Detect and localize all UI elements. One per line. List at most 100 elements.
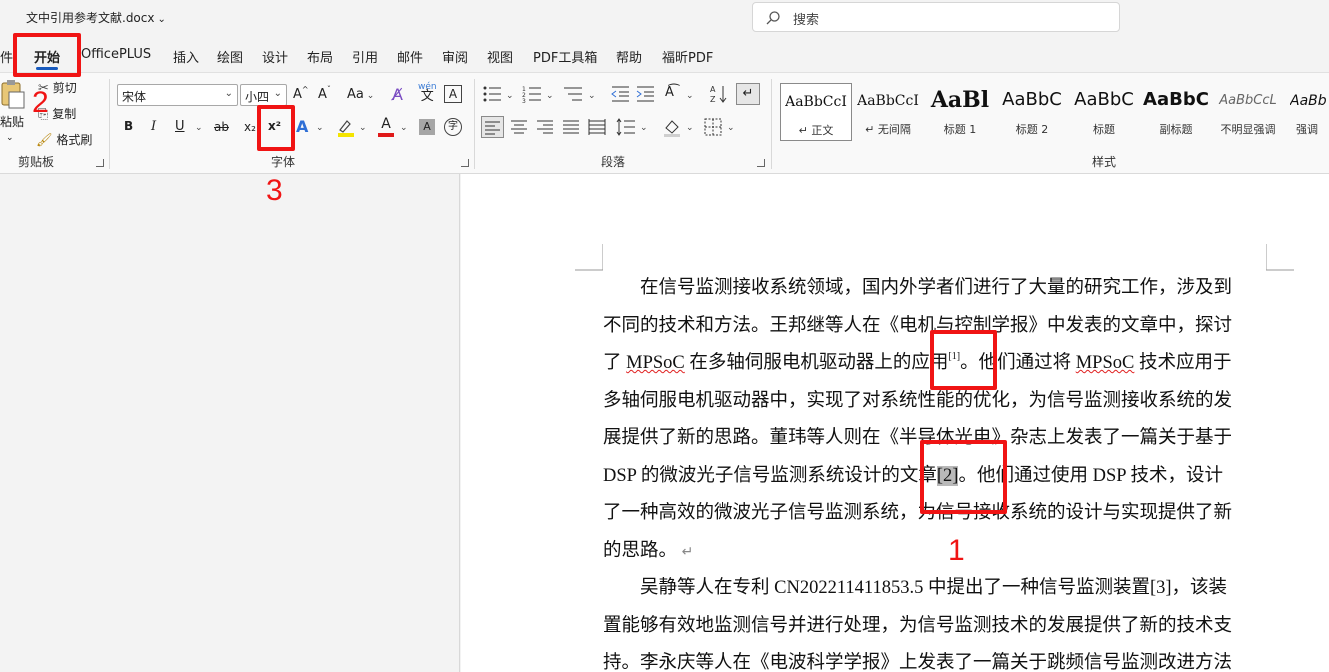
style-subtle-emphasis[interactable]: AaBbCcL 不明显强调 <box>1212 83 1284 141</box>
chevron-down-icon[interactable]: ⌄ <box>686 91 694 101</box>
grow-font-button[interactable]: A^ <box>293 86 309 103</box>
align-center-icon[interactable] <box>510 118 528 136</box>
borders-icon[interactable] <box>704 118 722 136</box>
style-heading-2[interactable]: AaBbC 标题 2 <box>996 83 1068 141</box>
tab-review[interactable]: 审阅 <box>442 47 468 66</box>
chevron-down-icon[interactable]: ⌄ <box>588 91 596 101</box>
tab-pdf-toolbox[interactable]: PDF工具箱 <box>533 47 597 66</box>
font-size-combo[interactable]: 小四 ⌄ <box>240 84 287 106</box>
document-page[interactable]: 在信号监测接收系统领域，国内外学者们进行了大量的研究工作，涉及到 不同的技术和方… <box>461 174 1329 672</box>
font-name-value: 宋体 <box>122 90 147 104</box>
superscript-button[interactable]: x² <box>268 119 281 133</box>
shrink-font-button[interactable]: Aˇ <box>318 86 331 103</box>
spellcheck-word[interactable]: MPSoC <box>626 353 685 373</box>
font-color-button[interactable]: A <box>377 116 395 138</box>
chevron-down-icon[interactable]: ⌄ <box>316 123 324 133</box>
style-name: 副标题 <box>1159 123 1193 136</box>
style-title[interactable]: AaBbC 标题 <box>1068 83 1140 141</box>
paste-button[interactable]: 粘贴 <box>0 79 26 129</box>
tab-foxit-pdf[interactable]: 福昕PDF <box>662 47 713 66</box>
strikethrough-button[interactable]: ab <box>214 120 229 134</box>
italic-button[interactable]: I <box>151 119 156 134</box>
title-bar: 文中引用参考文献.docx ⌄ 搜索 <box>0 0 1329 38</box>
text-run: 。他们通过将 <box>960 353 1076 373</box>
tab-mailings[interactable]: 邮件 <box>397 47 423 66</box>
style-subtitle[interactable]: AaBbC 副标题 <box>1140 83 1212 141</box>
tab-design[interactable]: 设计 <box>262 47 288 66</box>
citation-superscript[interactable]: [1] <box>948 351 960 362</box>
style-name: 标题 <box>1093 123 1115 136</box>
font-name-combo[interactable]: 宋体 ⌄ <box>117 84 238 106</box>
margin-corner-mark <box>1266 244 1294 271</box>
character-shading-icon[interactable]: A <box>419 119 435 135</box>
shrink-font-icon: A <box>318 87 327 102</box>
font-launcher-icon[interactable] <box>461 159 469 167</box>
style-normal[interactable]: AaBbCcI ↵ 正文 <box>780 83 852 141</box>
clear-formatting-icon[interactable]: A̸ <box>392 85 403 104</box>
shading-icon[interactable] <box>662 117 682 137</box>
spellcheck-word[interactable]: MPSoC <box>1076 353 1135 373</box>
chevron-down-icon[interactable]: ⌄ <box>640 123 648 133</box>
enclose-characters-icon[interactable]: 字 <box>444 118 462 136</box>
line-spacing-icon[interactable] <box>616 118 636 136</box>
document-body[interactable]: 在信号监测接收系统领域，国内外学者们进行了大量的研究工作，涉及到 不同的技术和方… <box>603 270 1255 672</box>
annotation-number-3: 3 <box>266 174 283 207</box>
style-heading-1[interactable]: AaBl 标题 1 <box>924 83 996 141</box>
style-no-spacing[interactable]: AaBbCcI ↵ 无间隔 <box>852 83 924 141</box>
decrease-indent-icon[interactable] <box>610 85 630 103</box>
tab-help[interactable]: 帮助 <box>616 47 642 66</box>
distributed-icon[interactable] <box>588 118 606 136</box>
paragraph-launcher-icon[interactable] <box>757 159 765 167</box>
text-effects-icon[interactable]: A <box>296 117 308 136</box>
align-right-icon[interactable] <box>536 118 554 136</box>
paste-icon <box>1 80 25 109</box>
style-sample: AaBbCcI <box>785 94 847 110</box>
show-formatting-marks-icon[interactable]: ↵ <box>736 83 760 105</box>
style-sample: AaBbCcL <box>1219 93 1277 108</box>
change-case-button[interactable]: Aa ⌄ <box>347 87 374 102</box>
format-painter-button[interactable]: 🖌 格式刷 <box>36 131 92 148</box>
asian-layout-icon[interactable]: A͡ <box>665 85 674 100</box>
tab-layout[interactable]: 布局 <box>307 47 333 66</box>
bullets-icon[interactable] <box>482 85 502 103</box>
chevron-down-icon[interactable]: ⌄ <box>400 123 408 133</box>
chevron-down-icon[interactable]: ⌄ <box>195 123 203 133</box>
chevron-down-icon[interactable]: ⌄ <box>727 123 735 133</box>
tab-file[interactable]: 件 <box>0 47 13 66</box>
phonetic-guide-button[interactable]: wén 文 <box>418 83 437 104</box>
tab-insert[interactable]: 插入 <box>173 47 199 66</box>
citation-selected[interactable]: [2] <box>936 465 959 486</box>
margin-corner-mark <box>575 244 603 271</box>
justify-icon[interactable] <box>562 118 580 136</box>
subscript-button[interactable]: x₂ <box>244 120 256 134</box>
group-divider <box>771 79 772 169</box>
text-line: DSP 的微波光子信号监测系统设计的文章[2]。他们通过使用 DSP 技术，设计 <box>603 458 1255 496</box>
tab-home[interactable]: 开始 <box>34 47 60 70</box>
tab-view[interactable]: 视图 <box>487 47 513 66</box>
chevron-down-icon: ⌄ <box>157 14 166 25</box>
bold-button[interactable]: B <box>124 119 133 133</box>
multilevel-list-icon[interactable] <box>562 85 584 103</box>
highlight-color-button[interactable] <box>336 117 356 137</box>
sort-icon[interactable]: AZ <box>709 84 729 104</box>
search-icon <box>766 11 780 25</box>
style-emphasis[interactable]: AaBb 强调 <box>1284 83 1329 141</box>
style-sample: AaBl <box>930 87 990 113</box>
svg-text:Z: Z <box>710 95 716 104</box>
document-title[interactable]: 文中引用参考文献.docx ⌄ <box>26 9 166 26</box>
chevron-down-icon[interactable]: ⌄ <box>359 123 367 133</box>
align-left-button[interactable] <box>481 116 504 138</box>
tab-references[interactable]: 引用 <box>352 47 378 66</box>
tab-draw[interactable]: 绘图 <box>217 47 243 66</box>
underline-button[interactable]: U <box>175 119 185 134</box>
increase-indent-icon[interactable] <box>635 85 655 103</box>
chevron-down-icon[interactable]: ⌄ <box>6 133 14 143</box>
chevron-down-icon[interactable]: ⌄ <box>546 91 554 101</box>
chevron-down-icon[interactable]: ⌄ <box>686 123 694 133</box>
tab-officeplus[interactable]: OfficePLUS <box>81 47 151 62</box>
numbering-icon[interactable]: 123 <box>522 85 542 103</box>
character-border-icon[interactable]: A <box>444 85 462 103</box>
clipboard-launcher-icon[interactable] <box>96 159 104 167</box>
search-box[interactable]: 搜索 <box>752 2 1120 32</box>
chevron-down-icon[interactable]: ⌄ <box>506 91 514 101</box>
